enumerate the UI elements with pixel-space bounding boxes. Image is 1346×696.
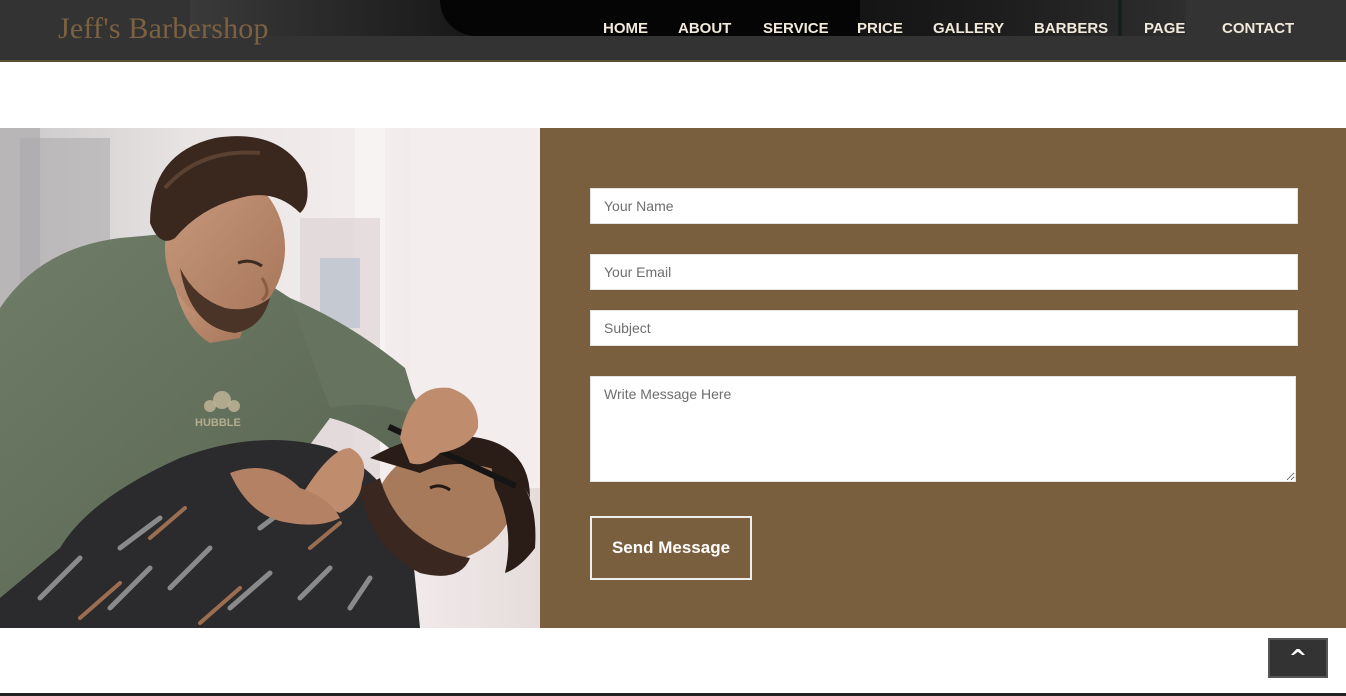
- email-input[interactable]: [590, 254, 1298, 290]
- nav-page[interactable]: PAGE: [1144, 20, 1185, 37]
- name-input[interactable]: [590, 188, 1298, 224]
- back-to-top-button[interactable]: ^: [1268, 638, 1328, 678]
- barber-photo: HUBBLE: [0, 128, 540, 628]
- main-nav: HOME ABOUT SERVICE PRICE GALLERY BARBERS…: [0, 20, 1346, 40]
- nav-home[interactable]: HOME: [603, 20, 648, 37]
- nav-price[interactable]: PRICE: [857, 20, 903, 37]
- nav-about[interactable]: ABOUT: [678, 20, 731, 37]
- barber-trimming-beard-illustration: HUBBLE: [0, 128, 540, 628]
- caret-up-icon: ^: [1288, 645, 1308, 671]
- nav-contact[interactable]: CONTACT: [1222, 20, 1294, 37]
- nav-service[interactable]: SERVICE: [763, 20, 829, 37]
- site-header: Jeff's Barbershop HOME ABOUT SERVICE PRI…: [0, 0, 1346, 62]
- message-textarea[interactable]: [590, 376, 1296, 482]
- subject-input[interactable]: [590, 310, 1298, 346]
- svg-text:HUBBLE: HUBBLE: [195, 417, 241, 429]
- contact-form-panel: Send Message: [540, 128, 1346, 628]
- nav-barbers[interactable]: BARBERS: [1034, 20, 1108, 37]
- send-message-button[interactable]: Send Message: [590, 516, 752, 580]
- nav-gallery[interactable]: GALLERY: [933, 20, 1004, 37]
